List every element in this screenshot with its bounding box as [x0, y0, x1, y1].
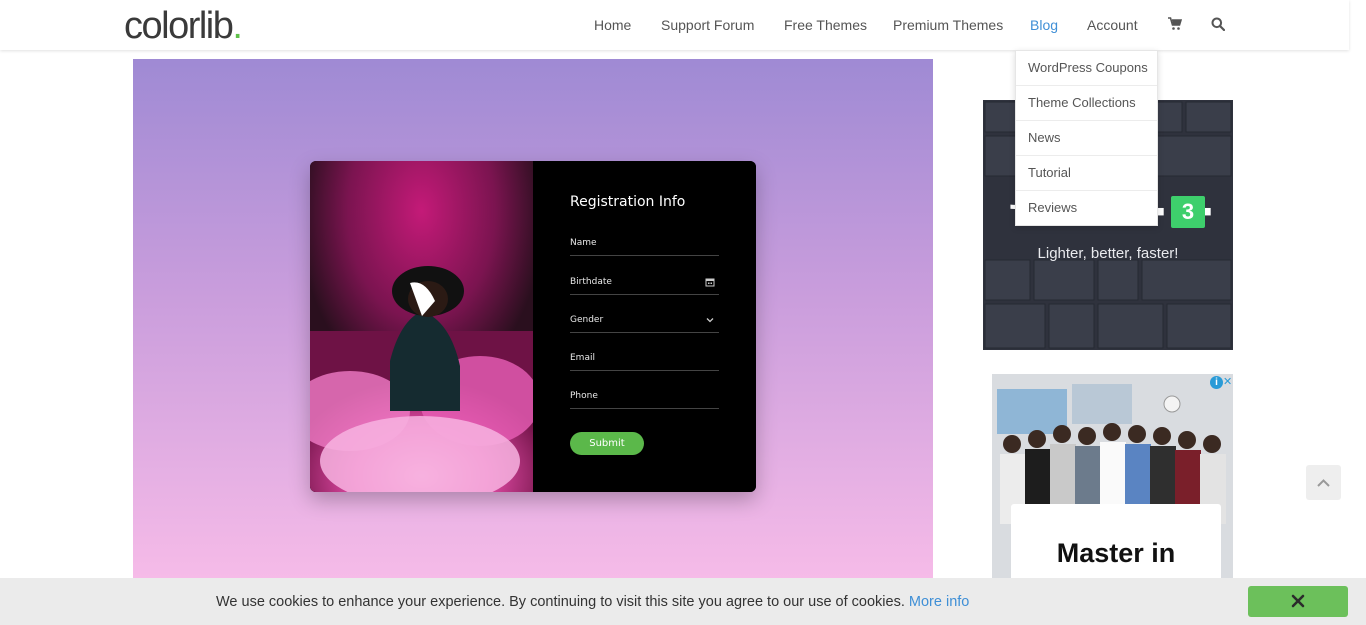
- nav-home[interactable]: Home: [594, 17, 631, 33]
- nav-blog[interactable]: Blog: [1030, 17, 1058, 33]
- nav-account[interactable]: Account: [1087, 17, 1138, 33]
- gender-select[interactable]: Gender: [570, 312, 719, 333]
- name-label: Name: [570, 238, 597, 248]
- site-header: colorlib. Home Support Forum Free Themes…: [0, 0, 1349, 50]
- more-info-link[interactable]: More info: [909, 594, 969, 610]
- cookie-close-button[interactable]: [1248, 586, 1348, 617]
- dropdown-item-tutorial[interactable]: Tutorial: [1016, 156, 1157, 191]
- birthdate-label: Birthdate: [570, 277, 612, 287]
- calendar-icon[interactable]: [705, 277, 715, 287]
- close-icon: [1291, 594, 1305, 608]
- phone-label: Phone: [570, 391, 598, 401]
- registration-card: Registration Info Name Birthdate Gender …: [310, 161, 756, 492]
- ad-tagline: Lighter, better, faster!: [1037, 245, 1179, 262]
- nav-support-forum[interactable]: Support Forum: [661, 17, 754, 33]
- logo-dot: .: [232, 5, 243, 47]
- submit-button[interactable]: Submit: [570, 432, 644, 455]
- name-field[interactable]: Name: [570, 235, 719, 256]
- phone-field[interactable]: Phone: [570, 388, 719, 409]
- form-title: Registration Info: [570, 194, 686, 210]
- smoke-photo: [310, 161, 533, 492]
- logo-text: colorlib: [124, 5, 234, 47]
- birthdate-field[interactable]: Birthdate: [570, 274, 719, 295]
- dropdown-item-theme-collections[interactable]: Theme Collections: [1016, 86, 1157, 121]
- dropdown-item-news[interactable]: News: [1016, 121, 1157, 156]
- gender-label: Gender: [570, 315, 604, 325]
- chevron-down-icon: [706, 318, 714, 323]
- nav-premium-themes[interactable]: Premium Themes: [893, 17, 1003, 33]
- master-ad-banner[interactable]: i ✕ Master in: [992, 374, 1233, 584]
- email-field[interactable]: Email: [570, 350, 719, 371]
- cookie-text: We use cookies to enhance your experienc…: [216, 594, 905, 610]
- registration-form: Registration Info Name Birthdate Gender …: [533, 161, 756, 492]
- blog-dropdown-menu: WordPress Coupons Theme Collections News…: [1015, 50, 1158, 226]
- search-icon[interactable]: [1211, 17, 1226, 36]
- template-preview-image: Registration Info Name Birthdate Gender …: [133, 59, 933, 579]
- colorlib-logo[interactable]: colorlib.: [124, 5, 243, 47]
- back-to-top-button[interactable]: [1306, 465, 1341, 500]
- email-label: Email: [570, 353, 595, 363]
- shopping-cart-icon[interactable]: [1168, 17, 1183, 36]
- cookie-message: We use cookies to enhance your experienc…: [216, 594, 969, 610]
- cookie-consent-bar: We use cookies to enhance your experienc…: [0, 578, 1366, 625]
- ad-close-icon[interactable]: ✕: [1223, 376, 1233, 389]
- nav-free-themes[interactable]: Free Themes: [784, 17, 867, 33]
- chevron-up-icon: [1317, 479, 1330, 487]
- dropdown-item-wordpress-coupons[interactable]: WordPress Coupons: [1016, 51, 1157, 86]
- ad-text-panel: Master in: [1011, 504, 1221, 584]
- ad-headline: Master in: [1056, 538, 1176, 568]
- ad-info-icon[interactable]: i: [1210, 376, 1223, 389]
- dropdown-item-reviews[interactable]: Reviews: [1016, 191, 1157, 225]
- version-badge: 3: [1171, 196, 1205, 228]
